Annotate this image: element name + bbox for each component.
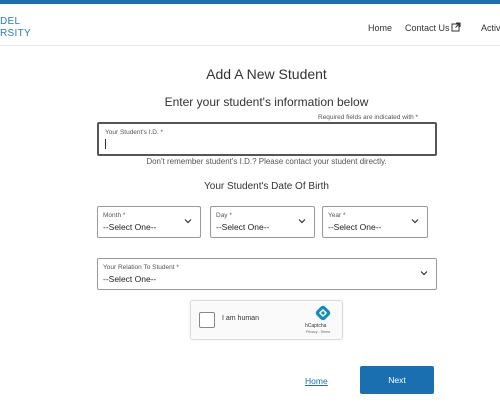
nav-contact-link[interactable]: Contact Us [405,22,461,33]
captcha-brand: hCaptcha [305,323,327,329]
nav-contact-label: Contact Us [405,23,450,33]
relation-value: --Select One-- [103,274,157,284]
relation-select[interactable]: Your Relation To Student * --Select One-… [97,258,437,290]
header-divider [0,45,500,46]
student-id-hint: Don't remember student's I.D.? Please co… [146,157,387,166]
chevron-down-icon [184,219,192,224]
logo-line-1: DEL [0,16,21,27]
student-id-label: Your Student's I.D. * [105,129,164,136]
required-note: Required fields are indicated with * [318,114,419,121]
home-link[interactable]: Home [305,376,328,386]
form-subtitle: Enter your student's information below [164,95,369,109]
month-label: Month * [103,212,126,219]
day-label: Day * [216,212,232,219]
month-value: --Select One-- [103,222,157,232]
hcaptcha-logo-icon [315,305,331,321]
captcha-checkbox[interactable] [199,312,215,328]
student-id-input[interactable]: Your Student's I.D. * [97,122,437,156]
chevron-down-icon [420,271,428,276]
day-select[interactable]: Day * --Select One-- [210,206,315,238]
dob-heading: Your Student's Date Of Birth [204,181,329,192]
day-value: --Select One-- [216,222,270,232]
nav-home-link[interactable]: Home [368,23,392,33]
hcaptcha-widget: I am human hCaptcha Privacy - Terms [190,300,343,340]
chevron-down-icon [298,219,306,224]
next-button[interactable]: Next [360,366,434,394]
captcha-privacy-terms[interactable]: Privacy - Terms [306,330,330,334]
relation-label: Your Relation To Student * [103,264,179,271]
chevron-down-icon [411,219,419,224]
year-value: --Select One-- [328,222,382,232]
page-title: Add A New Student [206,66,327,82]
logo-line-2: RSITY [0,28,31,39]
captcha-label: I am human [222,315,259,322]
year-select[interactable]: Year * --Select One-- [322,206,428,238]
university-logo[interactable]: DEL RSITY [0,16,31,40]
month-select[interactable]: Month * --Select One-- [97,206,201,238]
text-cursor [105,139,106,149]
nav-activities-link[interactable]: Activi [481,23,500,33]
external-link-icon [451,22,461,32]
top-accent-bar [0,0,500,4]
year-label: Year * [328,212,346,219]
